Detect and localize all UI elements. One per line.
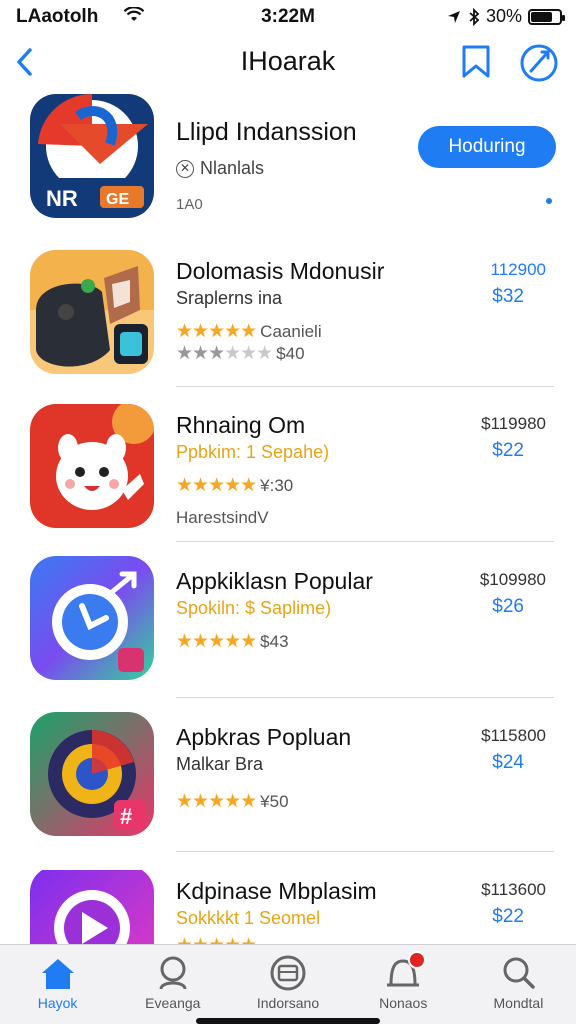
original-price: 112900 [490, 260, 546, 279]
featured-app-subtitle-row: ✕ Nlanlals [176, 158, 264, 179]
featured-app-subtitle: Nlanlals [200, 158, 265, 178]
secondary-rating: ★★★★★★ $40 [176, 343, 305, 364]
app-subtitle: Malkar Bra [176, 754, 264, 774]
search-icon [503, 957, 536, 989]
rating-label: $43 [260, 632, 289, 651]
app-icon-mascot[interactable] [30, 404, 154, 528]
original-price: $109980 [479, 570, 546, 589]
divider [176, 386, 554, 387]
app-icon-gamepad[interactable] [30, 250, 154, 374]
tab-label: Mondtal [493, 995, 544, 1011]
list-item[interactable]: Dolomasis Mdonusir Sraplerns ina ★★★★★ Ca… [0, 250, 576, 387]
get-button[interactable]: Hoduring [418, 126, 556, 168]
featured-icon-tag: GE [106, 191, 129, 208]
divider [176, 541, 554, 542]
app-subtitle: Sokkkkt 1 Seomel [176, 908, 321, 928]
search-person-icon [159, 956, 187, 990]
price[interactable]: $22 [492, 906, 524, 928]
divider [176, 851, 554, 852]
app-icon-chat[interactable] [30, 556, 154, 680]
tab-explore[interactable]: Eveanga [115, 945, 230, 1024]
price[interactable]: $22 [492, 440, 524, 462]
tab-search[interactable]: Mondtal [461, 945, 576, 1024]
page-dot [546, 198, 552, 204]
list-item[interactable]: # Apbkras Popluan Malkar Bra ★★★★★ ¥50 $1… [0, 712, 576, 852]
rating-label: ¥:30 [260, 476, 294, 495]
rating-stars: ★★★★★ ¥50 [176, 791, 289, 812]
featured-app[interactable]: NR GE Llipd Indanssion ✕ Nlanlals 1A0 Ho… [0, 94, 576, 224]
list-item[interactable]: Rhnaing Om Ppbkim: 1 Sepahe) ★★★★★ ¥:30 H… [0, 404, 576, 542]
original-price: $119980 [481, 414, 546, 433]
home-indicator [196, 1018, 380, 1024]
rating-label: ¥50 [260, 792, 289, 811]
featured-app-name: Llipd Indanssion [176, 118, 357, 146]
app-icon-play[interactable] [30, 870, 154, 944]
compass-icon[interactable] [518, 42, 560, 84]
rating-stars: ★★★★★ ¥:30 [176, 475, 294, 496]
price[interactable]: $24 [492, 752, 524, 774]
app-subtitle: Spokiln: $ Saplime) [176, 598, 332, 618]
notification-badge [407, 951, 426, 969]
app-name: Kdpinase Mbplasim [176, 878, 377, 904]
list-item[interactable]: Kdpinase Mbplasim Sokkkkt 1 Seomel ★★★★★… [0, 870, 576, 944]
svg-text:#: # [120, 804, 132, 829]
rating-stars: ★★★★★ $43 [176, 631, 289, 652]
app-name: Apbkras Popluan [176, 724, 352, 750]
original-price: $113600 [481, 880, 546, 899]
status-bar: LAaotolh 3:22M 30% [0, 0, 576, 34]
featured-app-age: 1A0 [176, 196, 203, 213]
secondary-rating-label: $40 [276, 344, 305, 363]
price[interactable]: $26 [492, 596, 524, 618]
rating-label: Caanieli [260, 322, 322, 341]
bluetooth-icon [469, 7, 480, 26]
price[interactable]: $32 [492, 286, 524, 308]
battery-icon [528, 8, 565, 25]
tab-label: Indorsano [256, 995, 320, 1011]
tab-label: Eveanga [145, 995, 201, 1011]
app-subtitle: Sraplerns ina [176, 288, 283, 308]
app-developer: HarestsindV [176, 508, 269, 527]
rating-stars: ★★★★★ Caanieli [176, 321, 322, 342]
tab-label: Nonaos [379, 995, 428, 1011]
close-circle-icon: ✕ [176, 159, 194, 178]
original-price: $115800 [481, 726, 546, 745]
app-subtitle: Ppbkim: 1 Sepahe) [176, 442, 330, 462]
apps-icon [270, 955, 306, 991]
tab-notifications[interactable]: Nonaos [346, 945, 461, 1024]
tab-bar: Hayok Eveanga Indorsano Nonaos Mondtal [0, 944, 576, 1024]
bookmark-icon[interactable] [458, 44, 494, 80]
app-icon-disc[interactable]: # [30, 712, 154, 836]
location-icon [447, 10, 460, 23]
battery-percent: 30% [485, 6, 522, 26]
tab-label: Hayok [37, 995, 78, 1011]
rating-stars: ★★★★★ [176, 934, 257, 944]
home-icon [41, 959, 74, 989]
list-item[interactable]: Appkiklasn Popular Spokiln: $ Saplime) ★… [0, 556, 576, 698]
tab-apps[interactable]: Indorsano [230, 945, 345, 1024]
tab-home[interactable]: Hayok [0, 945, 115, 1024]
featured-icon-label: NR [46, 186, 78, 211]
app-name: Appkiklasn Popular [176, 568, 373, 594]
app-name: Dolomasis Mdonusir [176, 258, 385, 284]
navigation-bar: IHoarak [0, 40, 576, 84]
divider [176, 697, 554, 698]
featured-app-icon[interactable]: NR GE [30, 94, 154, 218]
app-name: Rhnaing Om [176, 412, 306, 438]
status-right: 30% [446, 6, 565, 27]
